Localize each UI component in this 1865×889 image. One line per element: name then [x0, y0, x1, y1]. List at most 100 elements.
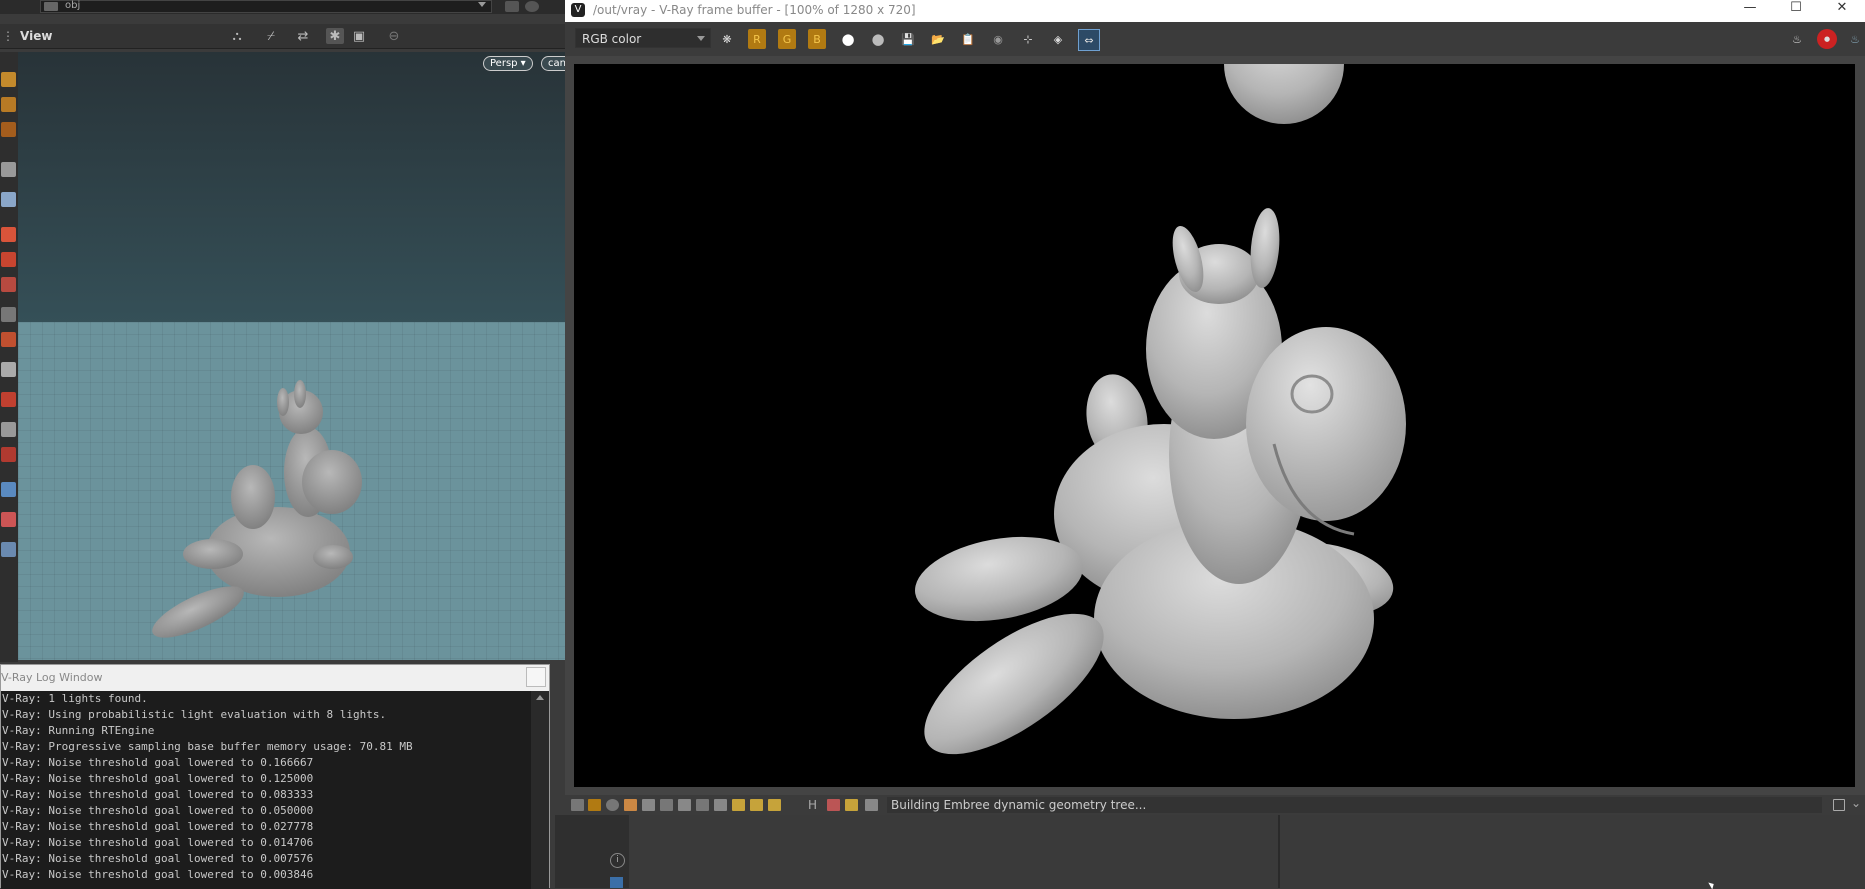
test-resolution-icon[interactable] [865, 799, 878, 811]
log-line: V-Ray: Noise threshold goal lowered to 0… [2, 820, 314, 833]
maximize-button[interactable]: ☐ [1773, 0, 1819, 22]
log-line: V-Ray: Noise threshold goal lowered to 0… [2, 772, 314, 785]
record-icon[interactable] [1, 512, 16, 527]
green-channel-button[interactable]: G [778, 29, 796, 49]
render-tool-icon[interactable] [1, 332, 16, 347]
save-icon[interactable]: 💾 [898, 29, 918, 49]
log-line: V-Ray: Noise threshold goal lowered to 0… [2, 788, 314, 801]
render-region-icon[interactable]: ◈ [1048, 29, 1068, 49]
link-icon[interactable] [525, 1, 539, 12]
vfb-title-bar: V /out/vray - V-Ray frame buffer - [100%… [565, 0, 1865, 22]
brush-icon[interactable] [1, 277, 16, 292]
log-line: V-Ray: Noise threshold goal lowered to 0… [2, 852, 314, 865]
camera-menu[interactable]: Persp ▾ [483, 56, 533, 71]
path-field[interactable]: obj [40, 0, 492, 13]
stamp-icon[interactable] [732, 799, 745, 811]
pixel-aspect-icon[interactable] [845, 799, 858, 811]
no-entry-icon[interactable]: ⊖ [385, 28, 403, 44]
scene-viewport[interactable]: Persp ▾ can [18, 52, 565, 660]
top-buttons [500, 0, 560, 13]
mono-icon[interactable]: ● [868, 29, 888, 49]
lens-effects-icon[interactable] [642, 799, 655, 811]
histogram-icon[interactable] [696, 799, 709, 811]
minimize-button[interactable]: — [1727, 0, 1773, 22]
measure-icon[interactable] [1, 362, 16, 377]
snap-magnet-icon[interactable] [1, 252, 16, 267]
history-icon[interactable] [571, 799, 584, 811]
red-channel-button[interactable]: R [748, 29, 766, 49]
camera-menu-2[interactable]: can [541, 56, 565, 71]
log-window-close-button[interactable] [526, 667, 546, 687]
rendered-image [915, 64, 1406, 755]
render-teapot-icon[interactable]: ♨ [1787, 29, 1807, 49]
render-stats-icon[interactable] [678, 799, 691, 811]
compare-icon[interactable]: ⇔ [1078, 29, 1100, 51]
log-output: V-Ray: 1 lights found. V-Ray: Using proba… [1, 691, 531, 889]
collapse-icon[interactable]: ⌄ [1851, 796, 1861, 810]
sharpen-icon[interactable] [768, 799, 781, 811]
pane-divider[interactable] [1278, 815, 1280, 888]
log-line: V-Ray: Progressive sampling base buffer … [2, 740, 413, 753]
log-line: V-Ray: Using probabilistic light evaluat… [2, 708, 387, 721]
display-options-icon[interactable]: ✱ [326, 28, 344, 44]
log-line: V-Ray: Running RTEngine [2, 724, 155, 737]
log-scrollbar[interactable] [531, 691, 549, 889]
pin-tool-icon[interactable] [1, 422, 16, 437]
interactive-render-icon[interactable]: ♨ [1845, 29, 1865, 49]
region-icon[interactable] [750, 799, 763, 811]
figure-icon[interactable] [1, 307, 16, 322]
restore-panel-icon[interactable] [1833, 799, 1845, 811]
snap-icon[interactable]: ⛬ [228, 28, 246, 44]
snap-curve-icon[interactable]: ⌿ [262, 28, 280, 44]
info-small-icon[interactable] [606, 799, 619, 811]
log-line: V-Ray: 1 lights found. [2, 692, 148, 705]
camera-icon[interactable] [1, 482, 16, 497]
clipboard-icon[interactable]: 📋 [958, 29, 978, 49]
swap-icon[interactable]: ⇄ [294, 28, 312, 44]
vfb-status-bar: H Building Embree dynamic geometry tree.… [565, 795, 1865, 815]
chevron-down-icon[interactable] [697, 36, 705, 41]
close-button[interactable]: ✕ [1819, 0, 1865, 22]
select-tool-icon[interactable] [1, 72, 16, 87]
pose-tool-icon[interactable] [1, 162, 16, 177]
magnet-red-icon[interactable] [1, 447, 16, 462]
channel-select[interactable]: RGB color [575, 28, 711, 48]
magnet-icon[interactable] [1, 227, 16, 242]
viewport-tool-shelf [0, 52, 18, 662]
menu-icon[interactable]: ⋮ [2, 29, 14, 43]
alpha-white-icon[interactable]: ● [838, 29, 858, 49]
vray-frame-buffer-window: V /out/vray - V-Ray frame buffer - [100%… [565, 0, 1865, 815]
stop-render-icon[interactable]: ● [1817, 29, 1837, 49]
status-letter[interactable]: H [808, 798, 817, 812]
layers-icon[interactable] [588, 799, 601, 811]
grid-icon[interactable] [610, 877, 623, 888]
follow-mouse-icon[interactable] [827, 799, 840, 811]
lock-icon[interactable] [1, 192, 16, 207]
blue-channel-button[interactable]: B [808, 29, 826, 49]
handle-tool-icon[interactable] [1, 122, 16, 137]
pin-icon[interactable] [505, 1, 519, 12]
image-info-icon[interactable] [660, 799, 673, 811]
pane-title: View [20, 29, 53, 43]
track-mouse-icon[interactable]: ⊹ [1018, 29, 1038, 49]
log-line: V-Ray: Noise threshold goal lowered to 0… [2, 804, 314, 817]
lut-icon[interactable] [714, 799, 727, 811]
color-corrections-icon[interactable] [624, 799, 637, 811]
color-mode-icon[interactable]: ❋ [717, 29, 737, 49]
transform-tool-icon[interactable] [1, 97, 16, 112]
network-icon [44, 2, 58, 11]
light-icon[interactable] [1, 392, 16, 407]
clear-icon[interactable]: ◉ [988, 29, 1008, 49]
viewer-toolbar: ⋮ View ⛬ ⌿ ⇄ ✱ ▣ ⊖ [0, 24, 565, 49]
chevron-down-icon[interactable] [478, 2, 486, 7]
vray-logo-icon: V [571, 3, 585, 17]
open-folder-icon[interactable]: 📂 [928, 29, 948, 49]
camera-view-icon[interactable]: ▣ [350, 28, 368, 44]
scroll-up-icon[interactable] [536, 695, 544, 700]
log-line: V-Ray: Noise threshold goal lowered to 0… [2, 868, 314, 881]
status-message: Building Embree dynamic geometry tree... [887, 797, 1822, 813]
info-icon[interactable]: i [610, 853, 625, 868]
render-canvas[interactable] [574, 64, 1855, 787]
log-line: V-Ray: Noise threshold goal lowered to 0… [2, 836, 314, 849]
teapot-icon[interactable] [1, 542, 16, 557]
